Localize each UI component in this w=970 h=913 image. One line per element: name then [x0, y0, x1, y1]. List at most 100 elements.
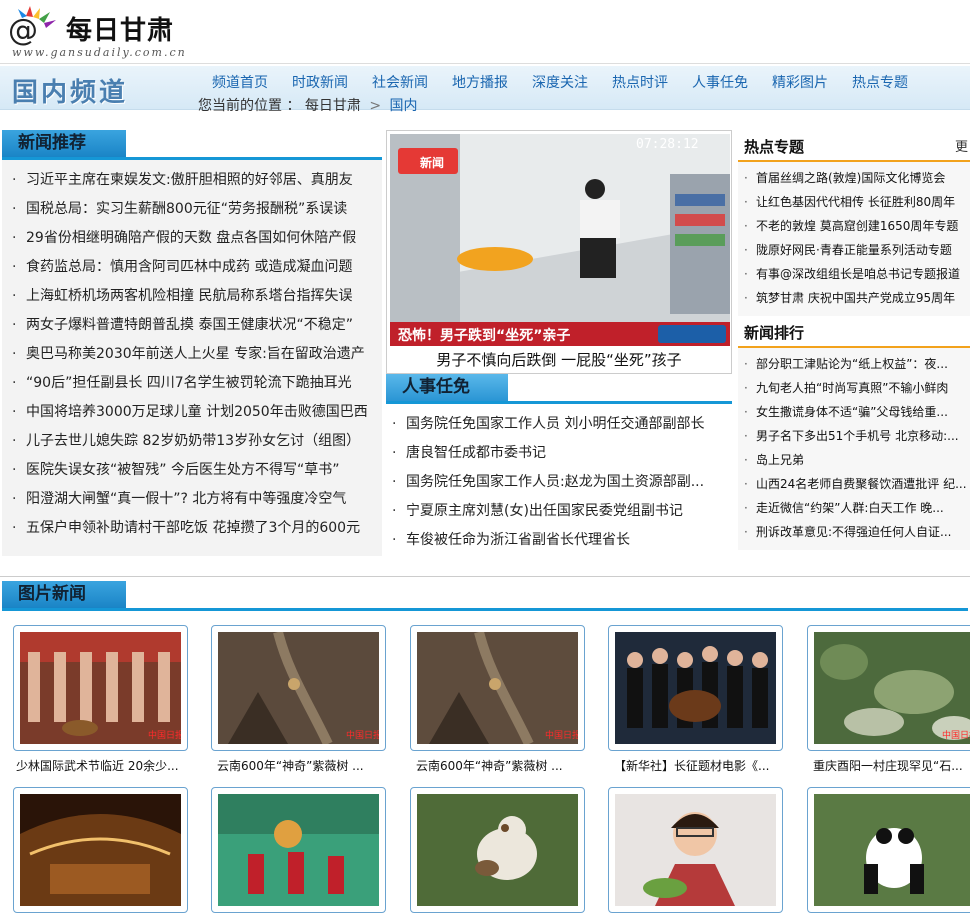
list-item[interactable]: · 29省份相继明确陪产假的天数 盘点各国如何休陪产假: [12, 224, 382, 253]
photo-card[interactable]: [211, 787, 386, 913]
video-caption[interactable]: 男子不慎向后跌倒 一屁股“坐死”孩子: [387, 349, 731, 370]
video-frame[interactable]: 新闻 07:28:12 恐怖！男子跌到“坐死”亲子: [390, 134, 730, 346]
list-item[interactable]: · 陇原好网民·青春正能量系列活动专题: [744, 238, 970, 262]
list-item[interactable]: · 走近微信“约架”人群:白天工作 晚...: [744, 496, 970, 520]
hot-topics-header: 热点专题 更: [738, 130, 970, 162]
photo-thumbnail: 中国日报: [417, 630, 581, 747]
nav-item-commentary[interactable]: 热点时评: [612, 72, 668, 92]
svg-text:中国日报: 中国日报: [545, 729, 578, 741]
nav-item-local[interactable]: 地方播报: [452, 72, 508, 92]
photo-card[interactable]: [608, 787, 783, 913]
list-item[interactable]: · 食药监总局：慎用含阿司匹林中成药 或造成凝血问题: [12, 253, 382, 282]
nav-item-society[interactable]: 社会新闻: [372, 72, 428, 92]
photo-caption[interactable]: 重庆酉阳一村庄现罕见“石...: [813, 757, 970, 774]
personnel-list: · 国务院任免国家工作人员 刘小明任交通部副部长 · 唐良智任成都市委书记 · 国务院…: [386, 404, 732, 555]
featured-video[interactable]: 新闻 07:28:12 恐怖！男子跌到“坐死”亲子 男子不慎向后跌倒 一屁股“坐…: [386, 130, 732, 374]
list-item[interactable]: · 部分职工津贴论为“纸上权益”：夜...: [744, 352, 970, 376]
photo-card[interactable]: 中国日报: [13, 625, 188, 751]
site-header: @ 每日甘肃 www.gansudaily.com.cn: [0, 0, 970, 64]
photo-card[interactable]: [13, 787, 188, 913]
list-item[interactable]: · 男子名下多出51个手机号 北京移动:...: [744, 424, 970, 448]
svg-text:中国日报: 中国日报: [942, 729, 970, 741]
list-item[interactable]: · 山西24名老师自费聚餐饮酒遭批评 纪...: [744, 472, 970, 496]
list-item[interactable]: · 国务院任免国家工作人员 刘小明任交通部副部长: [392, 410, 732, 439]
breadcrumb-separator: >: [369, 98, 382, 114]
list-item[interactable]: · 九旬老人拍“时尚写真照”不输小鲜肉: [744, 376, 970, 400]
video-timestamp: 07:28:12: [636, 137, 699, 152]
photo-caption[interactable]: 【新华社】长征题材电影《...: [614, 757, 794, 774]
list-item[interactable]: · 阳澄湖大闸蟹“真一假十”? 北方将有中等强度冷空气: [12, 485, 382, 514]
breadcrumb-home[interactable]: 每日甘肃: [305, 98, 361, 114]
list-item[interactable]: · 让红色基因代代相传 长征胜利80周年: [744, 190, 970, 214]
photo-thumbnail: 中国日报: [20, 632, 184, 744]
list-item[interactable]: · 两女子爆料普遭特朗普乱摸 泰国王健康状况“不稳定”: [12, 311, 382, 340]
list-item[interactable]: · 五保户申领补助请村干部吃饭 花掉攒了3个月的600元: [12, 514, 382, 543]
list-item[interactable]: · 医院失误女孩“被智残” 今后医生处方不得写“草书”: [12, 456, 382, 485]
right-sidebar: 热点专题 更 · 首届丝绸之路(敦煌)国际文化博览会 · 让红色基因代代相传 长征胜…: [738, 130, 970, 550]
personnel-header: 人事任免: [386, 374, 732, 404]
photo-card[interactable]: [608, 625, 783, 751]
svg-text:中国日报: 中国日报: [148, 729, 181, 741]
list-item[interactable]: · 宁夏原主席刘慧(女)出任国家民委党组副书记: [392, 497, 732, 526]
news-recommend-panel: 新闻推荐 · 习近平主席在柬娱发文:傲肝胆相照的好邻居、真朋友 · 国税总局：实习生…: [2, 130, 382, 556]
hot-topics-list: · 首届丝绸之路(敦煌)国际文化博览会 · 让红色基因代代相传 长征胜利80周年 ·…: [738, 162, 970, 310]
photo-card[interactable]: 中国日报: [410, 625, 585, 751]
list-item[interactable]: · 国税总局：实习生薪酬800元征“劳务报酬税”系误读: [12, 195, 382, 224]
list-item[interactable]: · “90后”担任副县长 四川7名学生被罚轮流下跪抽耳光: [12, 369, 382, 398]
list-item[interactable]: · 女生撒谎身体不适“骗”父母钱给重...: [744, 400, 970, 424]
ranking-header: 新闻排行: [738, 316, 970, 348]
nav-item-home[interactable]: 频道首页: [212, 72, 268, 92]
photo-caption[interactable]: 少林国际武术节临近 20余少...: [16, 757, 196, 774]
channel-nav: 频道首页 时政新闻 社会新闻 地方播报 深度关注 热点时评 人事任免 精彩图片 …: [212, 72, 908, 92]
list-item[interactable]: · 国务院任免国家工作人员:赵龙为国土资源部副...: [392, 468, 732, 497]
photo-thumbnail: 中国日报: [814, 632, 970, 744]
svg-text:中国日报: 中国日报: [346, 729, 379, 741]
list-item[interactable]: · 上海虹桥机场两客机险相撞 民航局称系塔台指挥失误: [12, 282, 382, 311]
nav-item-topics[interactable]: 热点专题: [852, 72, 908, 92]
photo-thumbnail: [20, 794, 181, 906]
photo-card[interactable]: 中国日报: [211, 625, 386, 751]
list-item[interactable]: · 有事@深改组组长是咱总书记专题报道: [744, 262, 970, 286]
photo-card[interactable]: 中国日报: [807, 625, 970, 751]
video-still-image: 新闻 07:28:12 恐怖！男子跌到“坐死”亲子: [390, 134, 730, 346]
video-banner: 恐怖！男子跌到“坐死”亲子: [398, 327, 570, 344]
list-item[interactable]: · 不老的敦煌 莫高窟创建1650周年专题: [744, 214, 970, 238]
site-logo[interactable]: @ 每日甘肃 www.gansudaily.com.cn: [4, 2, 204, 62]
list-item[interactable]: · 唐良智任成都市委书记: [392, 439, 732, 468]
news-recommend-header: 新闻推荐: [2, 130, 382, 160]
hot-topics-more-link[interactable]: 更: [955, 136, 968, 155]
photo-thumbnail: 中国日报: [218, 630, 382, 747]
photo-card[interactable]: [807, 787, 970, 913]
photo-caption[interactable]: 云南600年“神奇”紫薇树 ...: [217, 757, 397, 774]
ranking-title: 新闻排行: [744, 324, 805, 342]
channel-title: 国内频道: [12, 78, 129, 108]
list-item[interactable]: · 岛上兄弟: [744, 448, 970, 472]
list-item[interactable]: · 中国将培养3000万足球儿童 计划2050年击败德国巴西: [12, 398, 382, 427]
news-recommend-title: 新闻推荐: [2, 130, 126, 157]
breadcrumb: 您当前的位置 ： 每日甘肃 > 国内: [198, 95, 418, 115]
breadcrumb-current[interactable]: 国内: [390, 98, 418, 114]
hot-topics-title: 热点专题: [744, 138, 805, 156]
logo-text: 每日甘肃: [66, 16, 175, 46]
nav-item-in-depth[interactable]: 深度关注: [532, 72, 588, 92]
logo-mark-icon: @: [8, 6, 56, 46]
video-logo: 新闻: [420, 155, 444, 170]
nav-item-politics[interactable]: 时政新闻: [292, 72, 348, 92]
nav-item-photos[interactable]: 精彩图片: [772, 72, 828, 92]
breadcrumb-prefix: 您当前的位置 ：: [198, 98, 301, 114]
svg-text:@: @: [8, 13, 38, 46]
list-item[interactable]: · 习近平主席在柬娱发文:傲肝胆相照的好邻居、真朋友: [12, 166, 382, 195]
nav-item-personnel[interactable]: 人事任免: [692, 72, 748, 92]
list-item[interactable]: · 筑梦甘肃 庆祝中国共产党成立95周年: [744, 286, 970, 310]
list-item[interactable]: · 车俊被任命为浙江省副省长代理省长: [392, 526, 732, 555]
list-item[interactable]: · 奥巴马称美2030年前送人上火星 专家:旨在留政治遗产: [12, 340, 382, 369]
photo-news-section: 图片新闻 中国日报 少林国际武术节临近 20余少... 中国日报 云南600年“…: [0, 576, 970, 913]
list-item[interactable]: · 儿子去世儿媳失踪 82岁奶奶带13岁孙女乞讨（组图）: [12, 427, 382, 456]
list-item[interactable]: · 首届丝绸之路(敦煌)国际文化博览会: [744, 166, 970, 190]
photo-caption[interactable]: 云南600年“神奇”紫薇树 ...: [416, 757, 596, 774]
photo-card[interactable]: [410, 787, 585, 913]
news-recommend-list: · 习近平主席在柬娱发文:傲肝胆相照的好邻居、真朋友 · 国税总局：实习生薪酬800…: [2, 160, 382, 543]
photo-thumbnail: [615, 632, 776, 744]
list-item[interactable]: · 刑诉改革意见:不得强迫任何人自证...: [744, 520, 970, 544]
photo-thumbnail: [814, 794, 970, 906]
